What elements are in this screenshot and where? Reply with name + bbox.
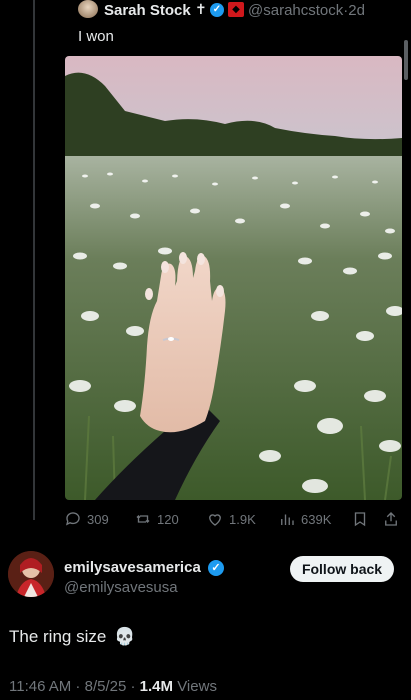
- post-time[interactable]: 11:46 AM: [9, 678, 71, 695]
- heart-icon: [209, 514, 221, 526]
- share-icon: [385, 512, 397, 526]
- post-text: The ring size 💀: [9, 627, 136, 647]
- follow-back-button[interactable]: Follow back: [290, 556, 394, 582]
- post-text-content: The ring size: [9, 627, 107, 646]
- views-button[interactable]: 639K: [278, 510, 331, 528]
- quoted-post-image[interactable]: [65, 56, 402, 500]
- post-meta: 11:46 AM · 8/5/25 · 1.4M Views: [9, 678, 217, 695]
- quoted-post-text: I won: [78, 28, 114, 45]
- quoted-author-name[interactable]: Sarah Stock: [104, 2, 191, 19]
- like-count: 1.9K: [229, 511, 256, 527]
- verified-badge-icon: ✓: [210, 3, 224, 17]
- repost-button[interactable]: 120: [134, 510, 179, 528]
- share-button[interactable]: [382, 510, 400, 528]
- like-button[interactable]: 1.9K: [206, 510, 256, 528]
- reply-count: 309: [87, 511, 109, 527]
- views-count: 639K: [301, 511, 332, 527]
- repost-count: 120: [157, 511, 179, 527]
- author-name[interactable]: emilysavesamerica: [64, 559, 201, 576]
- bookmark-icon: [354, 512, 366, 527]
- post-view-count: 1.4M: [139, 678, 174, 695]
- scrollbar[interactable]: [404, 40, 408, 80]
- skull-emoji: 💀: [114, 627, 136, 646]
- avatar[interactable]: [8, 551, 54, 597]
- thread-line: [33, 0, 35, 520]
- quoted-avatar[interactable]: [78, 0, 98, 18]
- bookmark-button[interactable]: [351, 510, 369, 528]
- cross-emoji: ✝: [195, 1, 207, 17]
- flair-badge-icon: ◆: [228, 2, 244, 17]
- quoted-post-header: Sarah Stock ✝ ✓ ◆ @sarahcstock·2d: [64, 0, 402, 22]
- repost-icon: [136, 515, 150, 523]
- views-icon: [281, 514, 294, 525]
- reply-button[interactable]: 309: [64, 510, 109, 528]
- quoted-action-bar: 309 120 1.9K 639K: [64, 510, 404, 530]
- post-date[interactable]: 8/5/25: [85, 678, 127, 695]
- views-label: Views: [177, 678, 217, 695]
- verified-badge-icon: ✓: [208, 560, 224, 576]
- author-handle[interactable]: @emilysavesusa: [64, 579, 178, 596]
- quoted-handle-time[interactable]: @sarahcstock·2d: [248, 2, 365, 19]
- reply-icon: [65, 512, 80, 526]
